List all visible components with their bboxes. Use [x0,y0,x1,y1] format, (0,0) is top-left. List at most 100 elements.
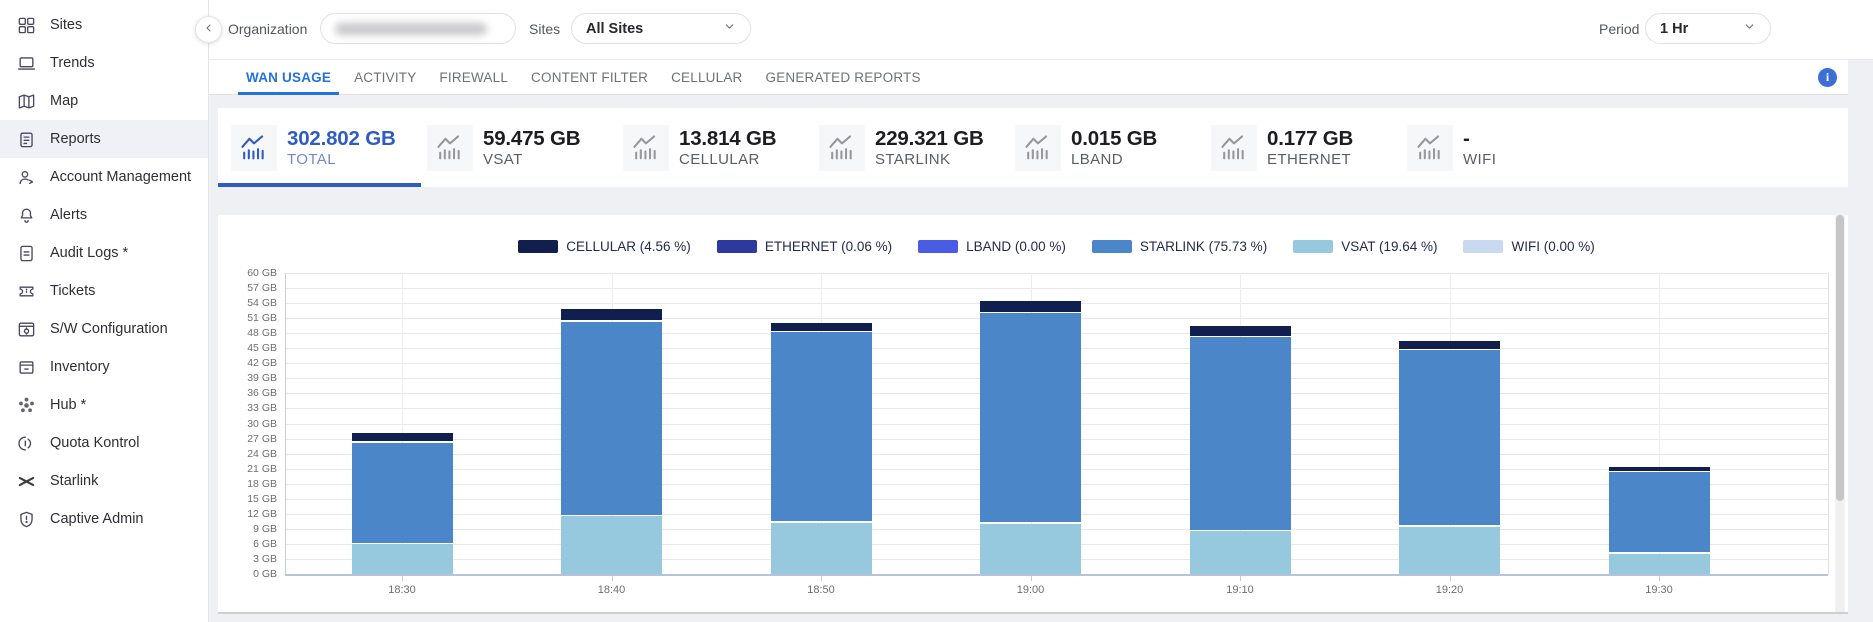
chevron-down-icon [1743,20,1756,38]
y-axis-tick-label: 54 GB [225,297,277,309]
bar-segment-vsat-19-30 [1609,554,1710,574]
y-axis-tick-label: 48 GB [225,327,277,339]
period-selected-value: 1 Hr [1660,21,1688,37]
sidebar-item-tickets[interactable]: Tickets [0,272,208,310]
sidebar-item-map[interactable]: Map [0,82,208,120]
sidebar-item-reports[interactable]: Reports [0,120,208,158]
y-axis-tick-label: 0 GB [225,568,277,580]
plot-right-border [1828,273,1829,574]
x-axis-tick [1659,576,1660,581]
sidebar-item-starlink[interactable]: Starlink [0,462,208,500]
organization-select[interactable] [320,13,516,44]
y-axis-tick-label: 24 GB [225,448,277,460]
info-icon[interactable]: i [1818,68,1837,87]
y-axis-tick-label: 45 GB [225,342,277,354]
bar-segment-starlink-19-10 [1190,337,1291,530]
y-axis-tick-label: 12 GB [225,508,277,520]
sidebar-item-captive-admin[interactable]: Captive Admin [0,500,208,538]
tab-firewall[interactable]: FIREWALL [431,60,516,94]
period-select[interactable]: 1 Hr [1645,13,1771,44]
wan-usage-chart-card: CELLULAR (4.56 %)ETHERNET (0.06 %)LBAND … [218,215,1848,614]
y-axis-tick-label: 39 GB [225,372,277,384]
sidebar-item-label: Alerts [50,207,87,223]
sidebar-item-inventory[interactable]: Inventory [0,348,208,386]
x-axis-tick [821,576,822,581]
usage-card-total[interactable]: 302.802 GBTOTAL [231,108,427,187]
mini-chart-icon [819,125,865,171]
report-icon [15,128,37,150]
x-axis-tick-label: 19:00 [989,584,1073,596]
gauge-icon [15,432,37,454]
y-axis-tick-label: 57 GB [225,282,277,294]
sidebar-item-label: Audit Logs * [50,245,128,261]
usage-card-value: 13.814 GB [679,127,776,151]
sidebar-item-s-w-configuration[interactable]: S/W Configuration [0,310,208,348]
usage-card-value: 0.177 GB [1267,127,1353,151]
sites-select[interactable]: All Sites [571,13,751,44]
y-axis-tick-label: 27 GB [225,433,277,445]
usage-card-starlink[interactable]: 229.321 GBSTARLINK [819,108,1015,187]
chart-scrollbar[interactable] [1835,215,1845,612]
tab-activity[interactable]: ACTIVITY [346,60,424,94]
bar-segment-vsat-19-20 [1399,527,1500,574]
chart-scrollbar-thumb[interactable] [1836,215,1844,501]
organization-value-redacted [335,23,487,35]
x-axis-tick [612,576,613,581]
tab-wan-usage[interactable]: WAN USAGE [238,60,339,94]
grid-icon [15,14,37,36]
usage-card-value: 0.015 GB [1071,127,1157,151]
sidebar-item-label: S/W Configuration [50,321,168,337]
tab-list: WAN USAGEACTIVITYFIREWALLCONTENT FILTERC… [238,60,936,94]
sidebar-item-label: Sites [50,17,82,33]
sidebar-item-quota-kontrol[interactable]: Quota Kontrol [0,424,208,462]
sidebar-item-alerts[interactable]: Alerts [0,196,208,234]
usage-card-wifi[interactable]: -WIFI [1407,108,1603,187]
tab-content-filter[interactable]: CONTENT FILTER [523,60,656,94]
mini-chart-icon [427,125,473,171]
bar-segment-vsat-18-30 [352,544,453,574]
y-axis-tick-label: 33 GB [225,402,277,414]
x-axis-tick-label: 19:10 [1198,584,1282,596]
shield-icon [15,508,37,530]
x-axis-tick [1031,576,1032,581]
hub-icon [15,394,37,416]
x-axis-tick-label: 19:30 [1617,584,1701,596]
usage-card-vsat[interactable]: 59.475 GBVSAT [427,108,623,187]
sidebar-item-audit-logs[interactable]: Audit Logs * [0,234,208,272]
y-axis-tick-label: 18 GB [225,478,277,490]
usage-card-value: 302.802 GB [287,127,396,151]
sidebar-item-label: Quota Kontrol [50,435,139,451]
usage-card-label: STARLINK [875,151,984,168]
sidebar-item-account-management[interactable]: Account Management [0,158,208,196]
y-axis-tick-label: 21 GB [225,463,277,475]
y-axis-tick-label: 51 GB [225,312,277,324]
mini-chart-icon [1407,125,1453,171]
x-axis-line [285,574,1828,576]
usage-card-cellular[interactable]: 13.814 GBCELLULAR [623,108,819,187]
bar-segment-cellular-18-40 [561,309,662,320]
stacked-bar-chart: 0 GB3 GB6 GB9 GB12 GB15 GB18 GB21 GB24 G… [218,215,1848,612]
usage-card-lband[interactable]: 0.015 GBLBAND [1015,108,1211,187]
y-axis-line [285,273,286,574]
y-axis-tick-label: 30 GB [225,418,277,430]
bar-segment-cellular-18-30 [352,433,453,442]
bar-segment-starlink-18-40 [561,322,662,515]
tab-generated-reports[interactable]: GENERATED REPORTS [758,60,929,94]
organization-label: Organization [228,21,307,37]
y-axis-tick-label: 9 GB [225,523,277,535]
usage-card-ethernet[interactable]: 0.177 GBETHERNET [1211,108,1407,187]
y-axis-tick-label: 3 GB [225,553,277,565]
sidebar-item-sites[interactable]: Sites [0,6,208,44]
sidebar-item-hub[interactable]: Hub * [0,386,208,424]
bar-segment-cellular-19-10 [1190,326,1291,336]
collapse-sidebar-button[interactable] [195,16,222,43]
y-axis-tick-label: 60 GB [225,267,277,279]
sidebar-item-label: Trends [50,55,95,71]
usage-card-value: 59.475 GB [483,127,580,151]
tab-cellular[interactable]: CELLULAR [663,60,750,94]
content-area: WAN USAGEACTIVITYFIREWALLCONTENT FILTERC… [209,59,1873,622]
sidebar-item-trends[interactable]: Trends [0,44,208,82]
chevron-left-icon [203,21,215,39]
bar-segment-vsat-19-00 [980,524,1081,574]
x-axis-tick [1240,576,1241,581]
